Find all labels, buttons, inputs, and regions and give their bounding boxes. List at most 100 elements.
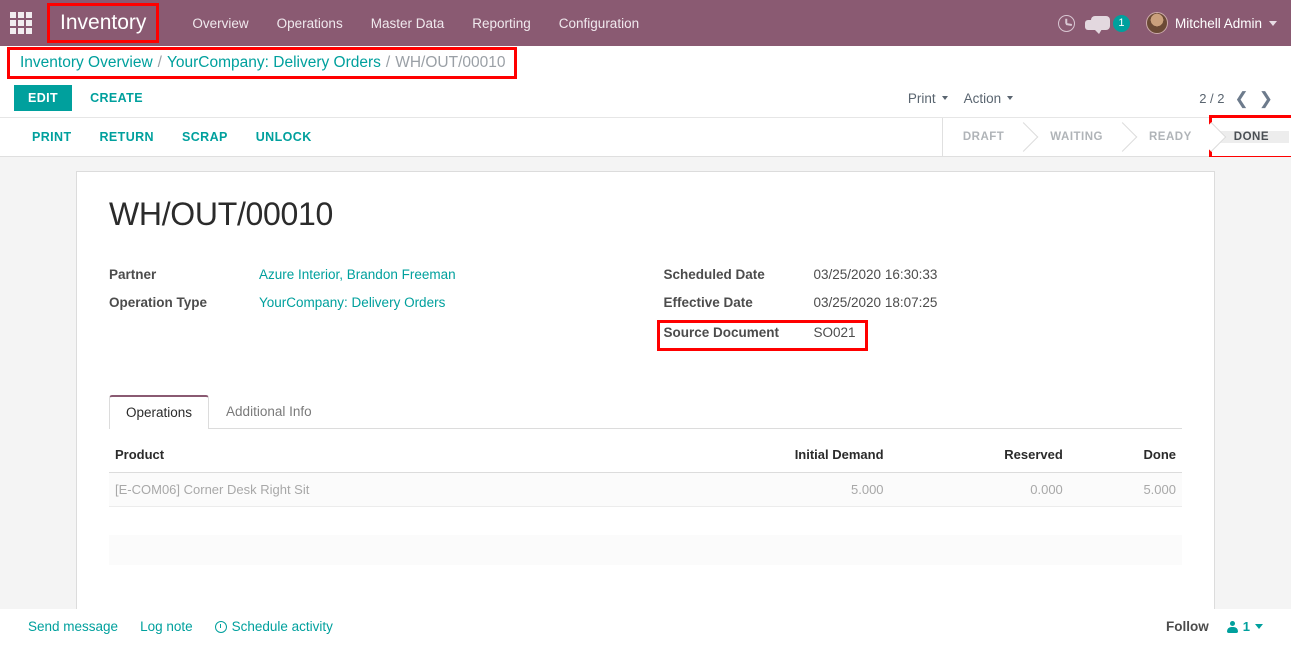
user-name-label: Mitchell Admin <box>1174 15 1262 31</box>
chatter-actions: Send message Log note Schedule activity <box>28 619 333 634</box>
table-head: Product Initial Demand Reserved Done <box>109 439 1182 473</box>
messages-count-badge: 1 <box>1112 14 1130 32</box>
breadcrumb-root[interactable]: Inventory Overview <box>20 54 153 71</box>
follow-button[interactable]: Follow <box>1166 619 1209 634</box>
field-value-effective-date: 03/25/2020 18:07:25 <box>813 295 938 310</box>
column-header-done: Done <box>1068 439 1182 473</box>
tab-operations[interactable]: Operations <box>109 395 210 429</box>
table-empty-cell <box>109 534 1182 565</box>
control-panel: EDIT CREATE Print Action 2 / 2 ❮ ❯ <box>0 79 1291 117</box>
chevron-left-icon[interactable]: ❮ <box>1235 90 1249 107</box>
column-header-product: Product <box>109 439 634 473</box>
field-label-operation-type: Operation Type <box>109 295 208 310</box>
menu-item-operations[interactable]: Operations <box>263 10 357 37</box>
send-message-button[interactable]: Send message <box>28 619 118 634</box>
avatar <box>1145 12 1168 34</box>
navbar-right: 1 Mitchell Admin <box>1057 12 1277 34</box>
statusbar: PRINT RETURN SCRAP UNLOCK DRAFT WAITING … <box>0 115 1291 159</box>
form-sheet: WH/OUT/00010 Partner Azure Interior, Bra… <box>76 171 1215 611</box>
chevron-right-icon[interactable]: ❯ <box>1259 90 1273 107</box>
schedule-activity-label: Schedule activity <box>231 619 333 634</box>
apps-grid-icon[interactable] <box>8 10 34 36</box>
menu-item-overview[interactable]: Overview <box>178 10 262 37</box>
field-value-source-document: SO021 <box>813 325 856 340</box>
top-navbar: Inventory Overview Operations Master Dat… <box>0 0 1291 46</box>
edit-button[interactable]: EDIT <box>14 85 73 111</box>
column-header-initial-demand: Initial Demand <box>633 439 890 473</box>
chatter: Send message Log note Schedule activity … <box>0 609 1291 634</box>
return-button[interactable]: RETURN <box>86 124 168 150</box>
log-note-button[interactable]: Log note <box>140 619 193 634</box>
chatter-followers: Follow 1 <box>1166 619 1263 634</box>
breadcrumb-separator-2: / <box>385 53 391 71</box>
field-value-scheduled-date: 03/25/2020 16:30:33 <box>813 267 938 282</box>
followers-count: 1 <box>1242 619 1250 634</box>
tab-additional-info[interactable]: Additional Info <box>209 395 329 429</box>
form-fields: Partner Azure Interior, Brandon Freeman … <box>109 267 1182 351</box>
person-icon <box>1226 620 1238 633</box>
menu-item-master-data[interactable]: Master Data <box>357 10 459 37</box>
status-pipeline: DRAFT WAITING READY DONE <box>941 115 1291 159</box>
messages-button[interactable]: 1 <box>1084 14 1130 34</box>
print-dropdown[interactable]: Print <box>908 91 948 106</box>
table-spacer-cell <box>109 506 1182 535</box>
create-button[interactable]: CREATE <box>78 85 155 111</box>
breadcrumb-parent[interactable]: YourCompany: Delivery Orders <box>167 54 381 71</box>
cell-reserved: 0.000 <box>889 472 1069 507</box>
field-source-document: Source Document SO021 <box>656 320 868 351</box>
table-empty-row <box>109 534 1182 565</box>
field-label-effective-date: Effective Date <box>663 295 753 310</box>
record-pager: 2 / 2 ❮ ❯ <box>1199 90 1273 107</box>
notebook: Operations Additional Info Product Initi… <box>109 395 1182 565</box>
action-label: Action <box>963 90 1002 106</box>
breadcrumb: Inventory Overview / YourCompany: Delivery… <box>20 54 506 72</box>
menu-item-reporting[interactable]: Reporting <box>458 10 545 37</box>
clock-icon[interactable] <box>1057 14 1075 32</box>
print-label: Print <box>907 90 936 106</box>
field-value-operation-type[interactable]: YourCompany: Delivery Orders <box>259 295 445 310</box>
statusbar-actions: PRINT RETURN SCRAP UNLOCK <box>18 118 326 156</box>
table-header-row: Product Initial Demand Reserved Done <box>109 439 1182 473</box>
field-label-scheduled-date: Scheduled Date <box>663 267 765 282</box>
notebook-tabs: Operations Additional Info <box>109 395 1182 429</box>
schedule-activity-button[interactable]: Schedule activity <box>214 619 333 634</box>
status-stage-draft[interactable]: DRAFT <box>942 118 1025 156</box>
field-effective-date: Effective Date 03/25/2020 18:07:25 <box>664 295 1183 320</box>
chevron-down-icon <box>1007 96 1014 100</box>
main-menu: Overview Operations Master Data Reportin… <box>178 10 653 37</box>
chevron-down-icon <box>1269 20 1277 26</box>
cell-done: 5.000 <box>1068 472 1182 507</box>
table-spacer-row <box>109 506 1182 535</box>
field-value-partner[interactable]: Azure Interior, Brandon Freeman <box>259 267 456 282</box>
cell-initial-demand: 5.000 <box>633 472 890 507</box>
page-title: WH/OUT/00010 <box>109 196 334 232</box>
scrap-button[interactable]: SCRAP <box>168 124 242 150</box>
control-panel-right: Print Action 2 / 2 ❮ ❯ <box>908 90 1277 107</box>
form-background: WH/OUT/00010 Partner Azure Interior, Bra… <box>0 157 1291 611</box>
chat-bubble-icon <box>1084 16 1110 34</box>
clock-icon <box>214 620 227 633</box>
field-operation-type: Operation Type YourCompany: Delivery Ord… <box>109 295 646 320</box>
breadcrumb-current: WH/OUT/00010 <box>395 53 506 71</box>
breadcrumb-highlight: Inventory Overview / YourCompany: Delivery… <box>7 46 517 79</box>
action-dropdown[interactable]: Action <box>964 91 1014 106</box>
form-column-left: Partner Azure Interior, Brandon Freeman … <box>109 267 646 351</box>
menu-item-configuration[interactable]: Configuration <box>545 10 653 37</box>
followers-dropdown[interactable]: 1 <box>1226 619 1263 634</box>
chat-bubble-secondary-icon <box>1084 20 1098 30</box>
print-button[interactable]: PRINT <box>18 124 86 150</box>
app-brand-inventory[interactable]: Inventory <box>60 10 146 35</box>
field-scheduled-date: Scheduled Date 03/25/2020 16:30:33 <box>664 267 1183 292</box>
pager-text: 2 / 2 <box>1199 90 1225 106</box>
field-label-partner: Partner <box>109 267 157 282</box>
unlock-button[interactable]: UNLOCK <box>242 124 326 150</box>
user-menu[interactable]: Mitchell Admin <box>1145 12 1277 34</box>
field-label-source-document: Source Document <box>663 325 780 340</box>
form-column-right: Scheduled Date 03/25/2020 16:30:33 Effec… <box>646 267 1183 351</box>
table-body: [E-COM06] Corner Desk Right Sit 5.000 0.… <box>109 472 1182 565</box>
chevron-down-icon <box>941 96 948 100</box>
table-row[interactable]: [E-COM06] Corner Desk Right Sit 5.000 0.… <box>109 472 1182 507</box>
app-brand-highlight: Inventory <box>46 3 160 43</box>
column-header-reserved: Reserved <box>889 439 1069 473</box>
status-stage-waiting[interactable]: WAITING <box>1024 118 1123 156</box>
